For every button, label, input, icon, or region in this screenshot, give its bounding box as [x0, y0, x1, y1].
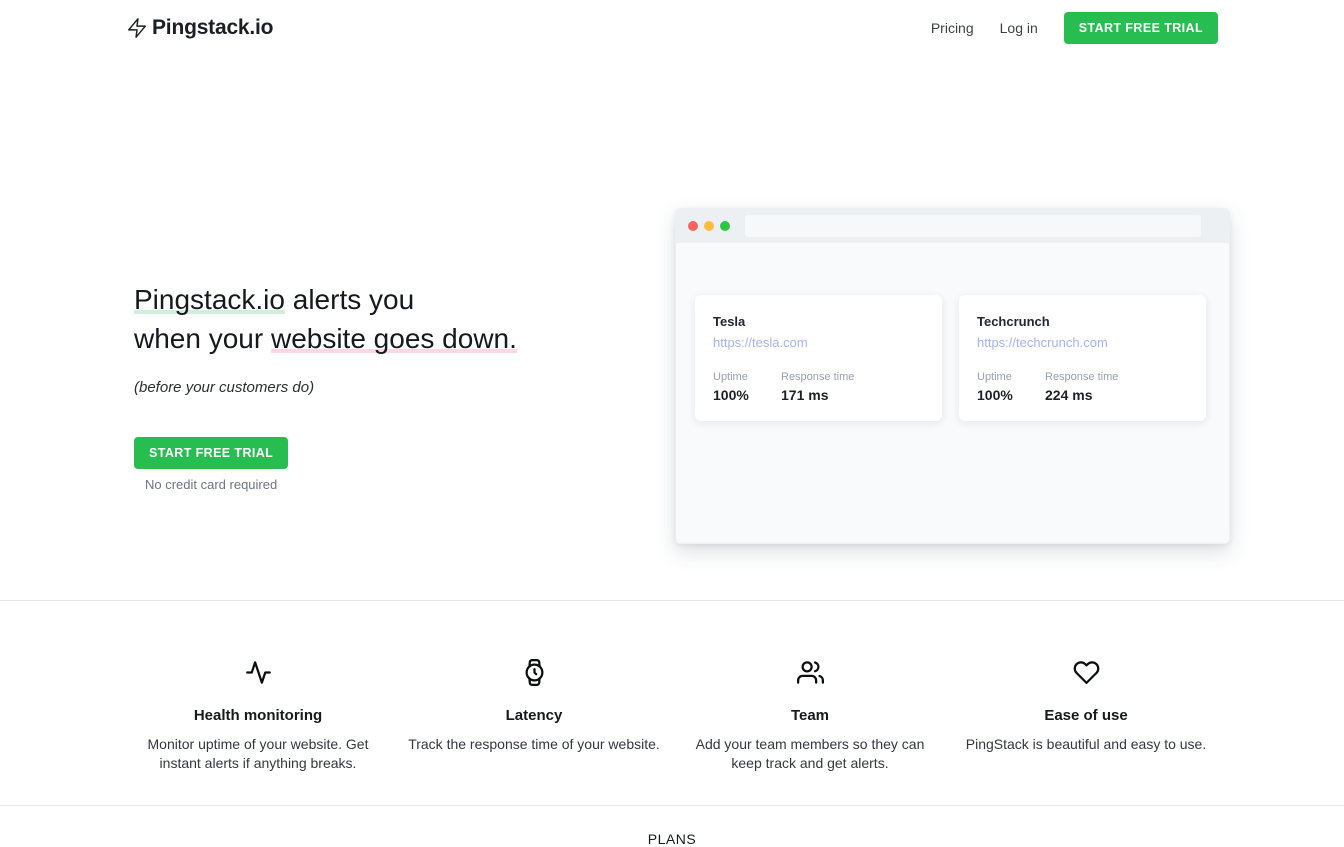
feature-description: Add your team members so they can keep t… [683, 735, 937, 773]
window-minimize-dot-icon [704, 221, 714, 231]
feature-title: Ease of use [958, 707, 1214, 724]
uptime-value: 100% [977, 387, 1045, 403]
window-close-dot-icon [688, 221, 698, 231]
uptime-value: 100% [713, 387, 781, 403]
nav-pricing-link[interactable]: Pricing [931, 20, 974, 36]
feature-health-monitoring: Health monitoring Monitor uptime of your… [120, 659, 396, 773]
feature-latency: Latency Track the response time of your … [396, 659, 672, 773]
mockup-address-bar [745, 215, 1201, 237]
feature-description: Track the response time of your website. [407, 735, 661, 754]
nav-login-link[interactable]: Log in [1000, 20, 1038, 36]
monitor-card-tesla: Tesla https://tesla.com Uptime 100% Resp… [695, 295, 942, 421]
feature-description: PingStack is beautiful and easy to use. [959, 735, 1213, 754]
response-time-label: Response time [781, 371, 854, 383]
site-name: Tesla [713, 314, 924, 329]
hero-heading: Pingstack.io alerts you when your website… [134, 280, 694, 358]
hero-highlight-brand: Pingstack.io [134, 284, 285, 315]
top-nav: Pricing Log in START FREE TRIAL [931, 12, 1218, 44]
monitor-cards-row: Tesla https://tesla.com Uptime 100% Resp… [676, 243, 1229, 421]
uptime-stat: Uptime 100% [713, 371, 781, 403]
site-name: Techcrunch [977, 314, 1188, 329]
heart-icon [1073, 673, 1100, 690]
site-stats: Uptime 100% Response time 224 ms [977, 371, 1188, 403]
hero-section: Pingstack.io alerts you when your website… [0, 56, 1344, 601]
site-url: https://tesla.com [713, 335, 924, 350]
site-stats: Uptime 100% Response time 171 ms [713, 371, 924, 403]
hero-line1-rest: alerts you [285, 284, 414, 315]
activity-icon [245, 673, 272, 690]
feature-description: Monitor uptime of your website. Get inst… [131, 735, 385, 773]
uptime-label: Uptime [713, 371, 781, 383]
window-zoom-dot-icon [720, 221, 730, 231]
response-time-value: 224 ms [1045, 387, 1118, 403]
browser-titlebar [676, 209, 1229, 243]
site-url: https://techcrunch.com [977, 335, 1188, 350]
nav-start-trial-button[interactable]: START FREE TRIAL [1064, 12, 1218, 44]
features-top-divider [0, 600, 1344, 601]
response-time-stat: Response time 171 ms [781, 371, 854, 403]
brand-logo[interactable]: Pingstack.io [126, 16, 273, 40]
zap-icon [126, 17, 148, 39]
uptime-label: Uptime [977, 371, 1045, 383]
plans-top-divider [0, 805, 1344, 806]
team-icon [797, 673, 824, 690]
feature-title: Health monitoring [130, 707, 386, 724]
header: Pingstack.io Pricing Log in START FREE T… [0, 0, 1344, 56]
hero-subtext: (before your customers do) [134, 379, 694, 396]
brand-name: Pingstack.io [152, 16, 273, 40]
feature-ease-of-use: Ease of use PingStack is beautiful and e… [948, 659, 1224, 773]
hero-highlight-down: website goes down. [271, 323, 517, 354]
hero-line2-prefix: when your [134, 323, 271, 354]
hero-copy: Pingstack.io alerts you when your website… [134, 280, 694, 494]
features-section: Health monitoring Monitor uptime of your… [120, 659, 1224, 773]
watch-icon [521, 673, 548, 690]
response-time-label: Response time [1045, 371, 1118, 383]
no-credit-card-note: No credit card required [134, 477, 288, 492]
hero-start-trial-button[interactable]: START FREE TRIAL [134, 437, 288, 469]
feature-title: Team [682, 707, 938, 724]
monitor-card-techcrunch: Techcrunch https://techcrunch.com Uptime… [959, 295, 1206, 421]
browser-mockup: Tesla https://tesla.com Uptime 100% Resp… [675, 208, 1230, 544]
feature-title: Latency [406, 707, 662, 724]
uptime-stat: Uptime 100% [977, 371, 1045, 403]
response-time-stat: Response time 224 ms [1045, 371, 1118, 403]
response-time-value: 171 ms [781, 387, 854, 403]
plans-section-label: PLANS [0, 831, 1344, 847]
hero-cta-group: START FREE TRIAL No credit card required [134, 437, 288, 492]
feature-team: Team Add your team members so they can k… [672, 659, 948, 773]
